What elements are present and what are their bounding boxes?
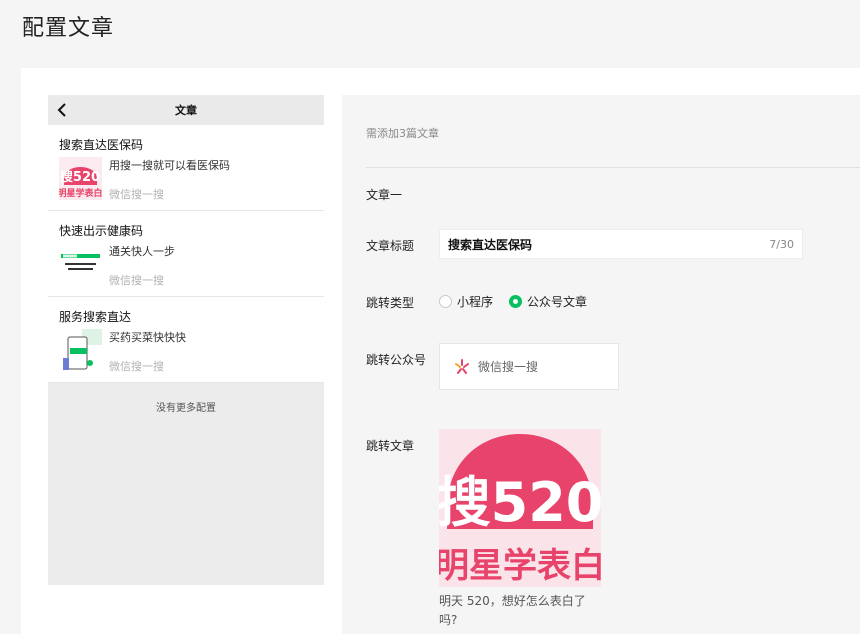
article-source: 微信搜一搜: [109, 360, 164, 373]
preview-article[interactable]: 服务搜索直达 买药买菜快快快 微信搜一搜: [48, 297, 324, 383]
article-cover-image[interactable]: 搜520 明星学表白: [439, 429, 601, 587]
radio-mini-program[interactable]: 小程序: [439, 293, 493, 310]
section-title: 文章一: [366, 188, 403, 202]
jump-type-label: 跳转类型: [366, 296, 415, 310]
config-form: 需添加3篇文章 文章一 文章标题 搜索直达医保码 7/30 跳转类型 小程序 公…: [342, 95, 860, 634]
article-title: 快速出示健康码: [59, 224, 144, 238]
page-title: 配置文章: [22, 16, 115, 41]
phone-preview: 文章 搜索直达医保码 搜520 明星学表白 用搜一搜就可以看医保码 微信搜一搜 …: [48, 95, 324, 585]
title-char-count: 7/30: [769, 237, 794, 251]
radio-unselected-icon[interactable]: [439, 295, 452, 308]
wechat-search-logo-icon: [455, 358, 469, 374]
article-source: 微信搜一搜: [109, 274, 164, 287]
no-more-text: 没有更多配置: [156, 403, 216, 414]
article-thumbnail: 搜520 明星学表白: [59, 157, 102, 200]
svg-text:明星学表白: 明星学表白: [59, 187, 102, 199]
article-source: 微信搜一搜: [109, 188, 164, 201]
account-name: 微信搜一搜: [478, 360, 539, 374]
title-input[interactable]: 搜索直达医保码 7/30: [439, 229, 803, 259]
article-description: 买药买菜快快快: [109, 331, 186, 344]
form-hint: 需添加3篇文章: [366, 127, 439, 140]
jump-type-radio-group: 小程序 公众号文章: [439, 293, 587, 310]
radio-official-article[interactable]: 公众号文章: [509, 293, 587, 310]
title-label: 文章标题: [366, 239, 415, 253]
title-input-value[interactable]: 搜索直达医保码: [448, 236, 769, 253]
article-title: 搜索直达医保码: [59, 138, 144, 152]
radio-label: 小程序: [457, 295, 494, 309]
jump-account-label: 跳转公众号: [366, 353, 427, 367]
svg-text:搜520: 搜520: [60, 169, 100, 185]
svg-text:明星学表白: 明星学表白: [439, 546, 601, 586]
radio-label: 公众号文章: [527, 295, 588, 309]
article-title: 服务搜索直达: [59, 310, 132, 324]
article-description: 用搜一搜就可以看医保码: [109, 159, 230, 172]
divider: [366, 167, 860, 168]
article-thumbnail: [59, 243, 102, 286]
jump-article-label: 跳转文章: [366, 439, 415, 453]
radio-selected-icon[interactable]: [509, 295, 523, 308]
account-selector[interactable]: 微信搜一搜: [439, 343, 619, 390]
preview-article[interactable]: 搜索直达医保码 搜520 明星学表白 用搜一搜就可以看医保码 微信搜一搜: [48, 125, 324, 211]
back-arrow-icon[interactable]: [56, 102, 70, 118]
svg-text:搜520: 搜520: [439, 471, 601, 534]
preview-article[interactable]: 快速出示健康码 通关快人一步 微信搜一搜: [48, 211, 324, 297]
preview-header: 文章: [48, 95, 324, 125]
article-thumbnail: [59, 329, 102, 372]
article-description: 通关快人一步: [109, 245, 175, 258]
article-caption: 明天 520，想好怎么表白了吗?: [439, 594, 586, 627]
preview-title: 文章: [175, 104, 197, 117]
